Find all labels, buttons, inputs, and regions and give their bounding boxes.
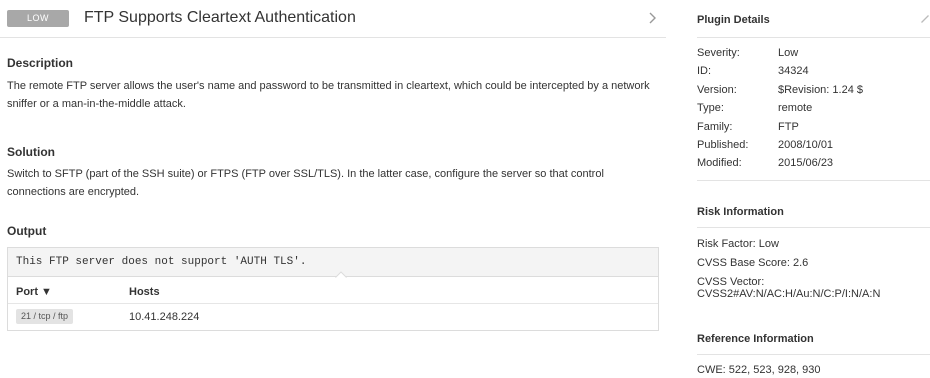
cwe-references: CWE: 522, 523, 928, 930	[697, 364, 821, 376]
divider	[697, 37, 930, 38]
type-label: Type:	[697, 102, 724, 114]
sidebar: Plugin Details Severity: Low ID: 34324 V…	[697, 0, 930, 378]
severity-label: Severity:	[697, 47, 740, 59]
risk-information-heading: Risk Information	[697, 206, 784, 218]
port-tag[interactable]: 21 / tcp / ftp	[16, 309, 74, 324]
plugin-details-heading: Plugin Details	[697, 14, 770, 26]
severity-value: Low	[778, 47, 799, 59]
solution-heading: Solution	[7, 145, 55, 159]
description-text: The remote FTP server allows the user's …	[7, 80, 650, 110]
modified-value: 2015/06/23	[778, 157, 834, 169]
output-heading: Output	[7, 224, 47, 238]
title-bar: LOW FTP Supports Cleartext Authenticatio…	[0, 0, 666, 38]
version-label: Version:	[697, 84, 737, 96]
output-box: This FTP server does not support 'AUTH T…	[7, 247, 659, 331]
divider	[697, 354, 930, 355]
divider	[697, 180, 930, 181]
caret-icon	[335, 271, 347, 278]
solution-text: Switch to SFTP (part of the SSH suite) o…	[7, 168, 604, 198]
vulnerability-detail-panel: LOW FTP Supports Cleartext Authenticatio…	[0, 0, 666, 378]
reference-information-heading: Reference Information	[697, 333, 814, 345]
port-column-header[interactable]: Port ▼	[16, 286, 52, 298]
id-label: ID:	[697, 65, 712, 77]
id-value: 34324	[778, 65, 809, 77]
modified-label: Modified:	[697, 157, 742, 169]
table-divider	[8, 303, 658, 304]
family-label: Family:	[697, 121, 733, 133]
published-label: Published:	[697, 139, 749, 151]
cvss-base-score: CVSS Base Score: 2.6	[697, 257, 809, 269]
hosts-column-header: Hosts	[129, 286, 160, 298]
description-heading: Description	[7, 56, 74, 70]
severity-badge: LOW	[7, 10, 69, 27]
version-value: $Revision: 1.24 $	[778, 84, 863, 96]
page-title: FTP Supports Cleartext Authentication	[84, 9, 356, 26]
type-value: remote	[778, 102, 813, 114]
risk-factor: Risk Factor: Low	[697, 238, 779, 250]
divider	[697, 227, 930, 228]
host-link[interactable]: 10.41.248.224	[129, 311, 199, 323]
published-value: 2008/10/01	[778, 139, 834, 151]
family-value: FTP	[778, 121, 799, 133]
pencil-icon[interactable]	[920, 14, 930, 24]
plugin-output-code: This FTP server does not support 'AUTH T…	[8, 248, 658, 277]
cvss-vector: CVSS Vector: CVSS2#AV:N/AC:H/Au:N/C:P/I:…	[697, 276, 881, 300]
chevron-right-icon[interactable]	[646, 10, 660, 26]
